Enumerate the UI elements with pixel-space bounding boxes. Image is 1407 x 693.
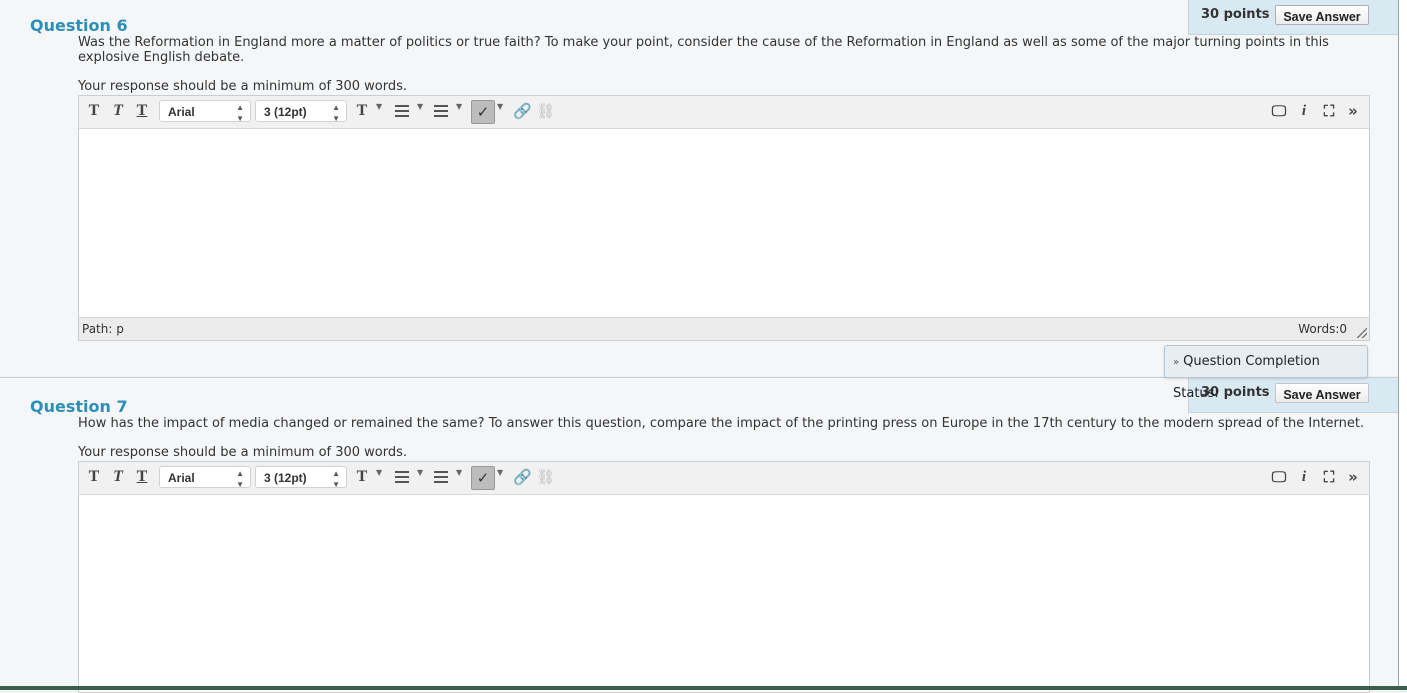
font-family-select[interactable]: Arial ▲ ▼ (159, 100, 251, 123)
link-icon[interactable]: 🔗 (513, 102, 532, 120)
font-family-value: Arial (168, 105, 195, 119)
bold-button[interactable]: T (85, 467, 103, 487)
italic-button[interactable]: T (109, 101, 127, 121)
caret-down-icon[interactable]: ▼ (376, 102, 382, 111)
caret-down-icon[interactable]: ▼ (456, 102, 462, 111)
editor-toolbar: T T T Arial ▲ ▼ 3 (12pt) ▲ ▼ T ▼ ▼ ▼ ✓ ▼ 🔗… (79, 96, 1369, 129)
points-box: 30 points Save Answer (1188, 0, 1400, 35)
info-icon[interactable]: i (1294, 466, 1314, 488)
save-answer-button[interactable]: Save Answer (1275, 5, 1369, 25)
caret-down-icon[interactable]: ▼ (417, 102, 423, 111)
select-arrows-icon: ▲ ▼ (236, 103, 244, 123)
bullet-list-icon[interactable] (395, 471, 409, 486)
italic-button[interactable]: T (109, 467, 127, 487)
caret-down-icon[interactable]: ▼ (497, 102, 503, 111)
path-label: Path: p (82, 322, 124, 336)
font-family-value: Arial (168, 471, 195, 485)
font-size-value: 3 (12pt) (264, 105, 307, 119)
underline-button[interactable]: T (133, 101, 151, 121)
answer-text-area[interactable] (79, 495, 1369, 692)
chevron-double-down-icon[interactable]: » (1343, 100, 1363, 122)
editor-toolbar: T T T Arial ▲ ▼ 3 (12pt) ▲ ▼ T ▼ ▼ ▼ ✓ ▼ 🔗… (79, 462, 1369, 495)
font-size-select[interactable]: 3 (12pt) ▲ ▼ (255, 100, 347, 123)
question-7-block: Question 7 How has the impact of media c… (0, 377, 1400, 693)
chevron-down-icon: » (1173, 357, 1180, 368)
editor-statusbar: Path: p Words:0 (79, 317, 1369, 340)
rich-text-editor: T T T Arial ▲ ▼ 3 (12pt) ▲ ▼ T ▼ ▼ ▼ ✓ ▼ 🔗… (78, 95, 1370, 341)
word-count: Words:0 (1298, 322, 1347, 336)
select-arrows-icon: ▲ ▼ (332, 103, 340, 123)
question-text: Was the Reformation in England more a ma… (78, 35, 1329, 65)
spellcheck-icon[interactable]: ✓ (471, 466, 495, 490)
bold-button[interactable]: T (85, 101, 103, 121)
question-title: Question 6 (30, 16, 128, 35)
fullscreen-icon[interactable]: ⛶ (1319, 466, 1339, 488)
question-title: Question 7 (30, 397, 128, 416)
numbered-list-icon[interactable] (434, 105, 448, 120)
caret-down-icon[interactable]: ▼ (497, 468, 503, 477)
select-arrows-icon: ▲ ▼ (236, 469, 244, 489)
monitor-icon[interactable]: 🖵 (1269, 100, 1289, 122)
answer-text-area[interactable] (79, 129, 1369, 317)
link-icon[interactable]: 🔗 (513, 468, 532, 486)
monitor-icon[interactable]: 🖵 (1269, 466, 1289, 488)
font-size-value: 3 (12pt) (264, 471, 307, 485)
question-text: How has the impact of media changed or r… (78, 416, 1365, 431)
font-size-select[interactable]: 3 (12pt) ▲ ▼ (255, 466, 347, 489)
min-words-note: Your response should be a minimum of 300… (78, 79, 408, 94)
resize-grip-icon[interactable] (1357, 328, 1367, 338)
caret-down-icon[interactable]: ▼ (456, 468, 462, 477)
save-answer-button[interactable]: Save Answer (1275, 383, 1369, 403)
spellcheck-icon[interactable]: ✓ (471, 100, 495, 124)
caret-down-icon[interactable]: ▼ (376, 468, 382, 477)
min-words-note: Your response should be a minimum of 300… (78, 445, 408, 460)
chevron-double-down-icon[interactable]: » (1343, 466, 1363, 488)
numbered-list-icon[interactable] (434, 471, 448, 486)
select-arrows-icon: ▲ ▼ (332, 469, 340, 489)
underline-button[interactable]: T (133, 467, 151, 487)
unlink-icon[interactable]: ⛓ (536, 102, 555, 120)
points-label: 30 points (1201, 7, 1270, 22)
taskbar-strip (0, 686, 1407, 690)
page-right-edge (1398, 0, 1407, 690)
font-family-select[interactable]: Arial ▲ ▼ (159, 466, 251, 489)
question-6-block: Question 6 Was the Reformation in Englan… (0, 0, 1400, 376)
fullscreen-icon[interactable]: ⛶ (1319, 100, 1339, 122)
unlink-icon[interactable]: ⛓ (536, 468, 555, 486)
caret-down-icon[interactable]: ▼ (417, 468, 423, 477)
points-box: 30 points Save Answer (1188, 378, 1400, 413)
info-icon[interactable]: i (1294, 100, 1314, 122)
text-color-button[interactable]: T (354, 467, 370, 487)
text-color-button[interactable]: T (354, 101, 370, 121)
bullet-list-icon[interactable] (395, 105, 409, 120)
rich-text-editor: T T T Arial ▲ ▼ 3 (12pt) ▲ ▼ T ▼ ▼ ▼ ✓ ▼ 🔗… (78, 461, 1370, 693)
question-completion-status[interactable]: » Question Completion Status: (1164, 345, 1368, 401)
